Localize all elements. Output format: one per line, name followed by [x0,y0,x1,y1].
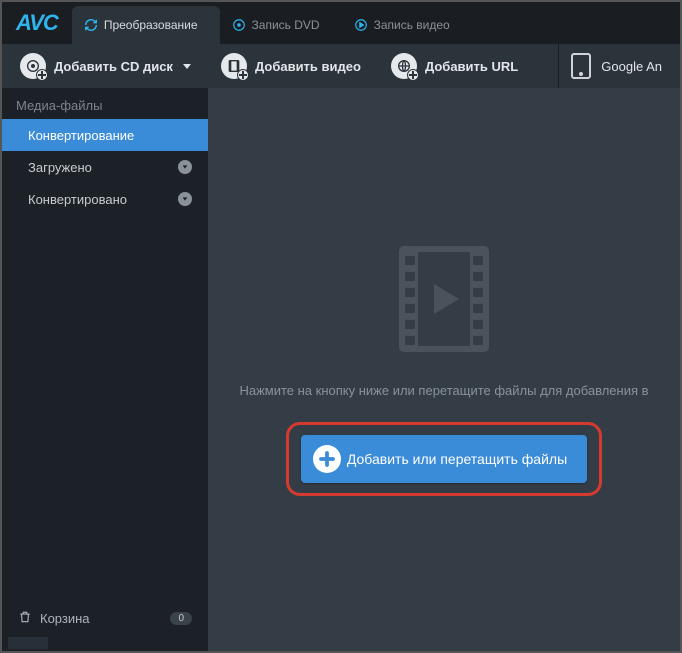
film-add-icon [221,53,247,79]
drop-hint-text: Нажмите на кнопку ниже или перетащите фа… [229,383,658,398]
button-label: Добавить URL [425,59,518,74]
sidebar-item-converted[interactable]: Конвертировано [2,183,208,215]
globe-add-icon [391,53,417,79]
tab-record[interactable]: Запись видео [342,6,472,44]
button-label: Добавить видео [255,59,361,74]
chevron-down-icon [178,160,192,174]
add-url-button[interactable]: Добавить URL [379,47,530,85]
tab-label: Запись DVD [252,18,320,32]
add-video-button[interactable]: Добавить видео [209,47,373,85]
tab-label: Запись видео [374,18,450,32]
tab-convert[interactable]: Преобразование [72,6,220,44]
sidebar-item-downloaded[interactable]: Загружено [2,151,208,183]
film-placeholder-icon [394,244,494,359]
content-area[interactable]: Нажмите на кнопку ниже или перетащите фа… [208,88,680,651]
sidebar-item-label: Конвертирование [28,128,134,143]
button-label: Добавить или перетащить файлы [347,451,567,467]
main-area: Медиа-файлы Конвертирование Загружено Ко… [2,88,680,651]
tab-bar: AVC Преобразование Запись DVD Запись вид… [2,2,680,44]
trash-count: 0 [170,612,192,625]
button-label: Добавить CD диск [54,59,173,74]
disc-add-icon [20,53,46,79]
chevron-down-icon [178,192,192,206]
phone-icon [571,53,591,79]
chevron-down-icon [183,64,191,69]
sidebar-item-label: Конвертировано [28,192,127,207]
sidebar-item-label: Загружено [28,160,92,175]
app-logo: AVC [2,10,72,44]
trash-button[interactable]: Корзина 0 [2,600,208,637]
toolbar: Добавить CD диск Добавить видео Добавить… [2,44,680,88]
resize-handle[interactable] [8,637,48,649]
tab-dvd[interactable]: Запись DVD [220,6,342,44]
trash-icon [18,610,32,627]
tab-label: Преобразование [104,18,198,32]
device-label: Google An [601,59,662,74]
refresh-icon [84,18,98,32]
device-selector[interactable]: Google An [558,44,674,88]
sidebar-header: Медиа-файлы [2,88,208,119]
trash-label: Корзина [40,611,90,626]
add-cd-button[interactable]: Добавить CD диск [8,47,203,85]
add-files-highlight: Добавить или перетащить файлы [286,422,602,496]
add-files-button[interactable]: Добавить или перетащить файлы [301,435,587,483]
disc-icon [232,18,246,32]
play-circle-icon [354,18,368,32]
sidebar-item-converting[interactable]: Конвертирование [2,119,208,151]
sidebar: Медиа-файлы Конвертирование Загружено Ко… [2,88,208,651]
plus-icon [313,445,341,473]
